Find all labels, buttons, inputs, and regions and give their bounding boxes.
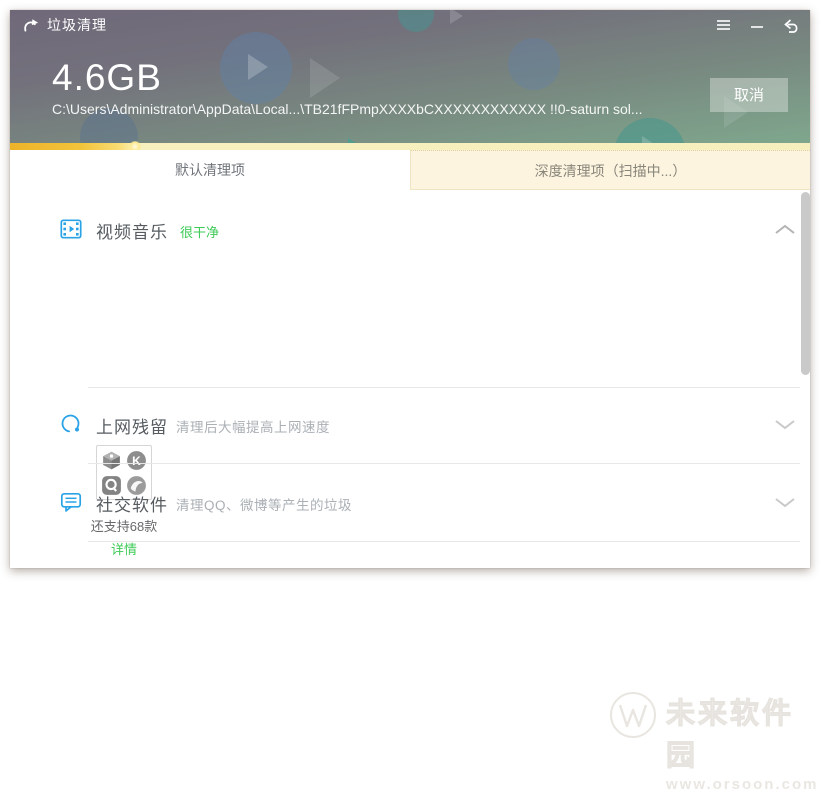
window-controls bbox=[714, 10, 800, 40]
site-watermark: 未来软件园 www.orsoon.com bbox=[608, 690, 818, 793]
row-divider bbox=[88, 463, 800, 464]
scan-path: C:\Users\Administrator\AppData\Local...\… bbox=[52, 101, 643, 117]
hamburger-menu-icon[interactable] bbox=[714, 16, 732, 34]
app-window: 垃圾清理 4.6GB C:\Users\Admi bbox=[10, 10, 810, 568]
row-title: 视频音乐 bbox=[96, 218, 168, 243]
chevron-down-icon[interactable] bbox=[773, 496, 797, 509]
tab-default-clean[interactable]: 默认清理项 bbox=[10, 150, 410, 190]
cancel-button[interactable]: 取消 bbox=[710, 78, 788, 112]
row-status-clean: 很干净 bbox=[180, 222, 219, 241]
watermark-site-url: www.orsoon.com bbox=[666, 776, 818, 793]
row-web-residue[interactable]: 上网残留 清理后大幅提高上网速度 bbox=[10, 413, 800, 457]
chevron-up-icon[interactable] bbox=[773, 223, 797, 236]
row-subtitle: 清理后大幅提高上网速度 bbox=[176, 416, 330, 436]
scrollbar-thumb[interactable] bbox=[801, 192, 810, 375]
recycle-arrow-icon bbox=[22, 17, 39, 34]
watermark-site-name: 未来软件园 bbox=[666, 690, 818, 774]
scan-size-value: 4.6GB bbox=[52, 57, 162, 99]
chat-bubble-icon bbox=[60, 491, 82, 513]
progress-track bbox=[10, 143, 810, 150]
row-title: 上网残留 bbox=[96, 413, 168, 438]
tab-deep-clean[interactable]: 深度清理项（扫描中...） bbox=[410, 150, 810, 190]
progress-fill bbox=[10, 143, 138, 150]
row-video-music[interactable]: 视频音乐 很干净 bbox=[10, 218, 800, 262]
content-area: 视频音乐 很干净 K bbox=[10, 190, 810, 568]
row-social-software[interactable]: 社交软件 清理QQ、微博等产生的垃圾 bbox=[10, 491, 800, 535]
titlebar: 垃圾清理 bbox=[10, 10, 810, 40]
decor-play-triangle bbox=[310, 58, 340, 98]
row-divider bbox=[88, 387, 800, 388]
app-title: 垃圾清理 bbox=[47, 15, 107, 35]
decor-circle bbox=[508, 38, 560, 90]
tab-bar: 默认清理项 深度清理项（扫描中...） bbox=[10, 150, 810, 190]
row-subtitle: 清理QQ、微博等产生的垃圾 bbox=[176, 494, 352, 514]
browser-circle-icon bbox=[60, 413, 82, 435]
watermark-logo-icon bbox=[608, 690, 658, 745]
chevron-down-icon[interactable] bbox=[773, 418, 797, 431]
row-divider bbox=[88, 541, 800, 542]
back-arrow-icon[interactable] bbox=[782, 16, 800, 34]
header: 垃圾清理 4.6GB C:\Users\Admi bbox=[10, 10, 810, 143]
decor-play-triangle bbox=[248, 54, 268, 80]
row-title: 社交软件 bbox=[96, 491, 168, 516]
decor-play-triangle bbox=[642, 136, 660, 143]
film-video-icon bbox=[60, 218, 82, 240]
minimize-icon[interactable] bbox=[748, 16, 766, 34]
